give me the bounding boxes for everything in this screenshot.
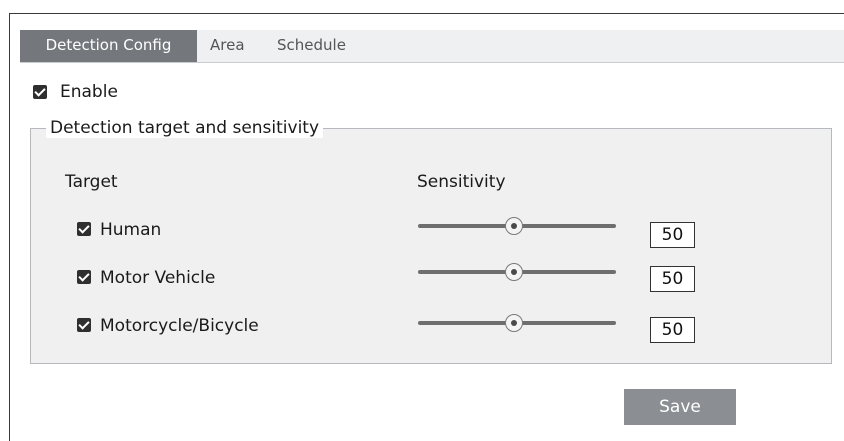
motor-vehicle-checkbox[interactable]	[77, 270, 91, 284]
human-sensitivity-input[interactable]: 50	[650, 222, 695, 248]
save-button[interactable]: Save	[624, 389, 736, 425]
motor-vehicle-label: Motor Vehicle	[100, 268, 216, 288]
enable-label: Enable	[60, 82, 118, 102]
tab-detection-config[interactable]: Detection Config	[20, 30, 197, 62]
enable-checkbox[interactable]	[33, 85, 47, 99]
human-checkbox[interactable]	[77, 222, 91, 236]
human-slider-thumb[interactable]	[505, 217, 523, 235]
tab-bar: Detection Config Area Schedule	[20, 30, 844, 63]
tab-schedule[interactable]: Schedule	[277, 30, 346, 62]
motorcycle-bicycle-sensitivity-input[interactable]: 50	[650, 317, 695, 343]
motorcycle-bicycle-slider-thumb[interactable]	[505, 314, 523, 332]
motor-vehicle-slider-thumb[interactable]	[505, 263, 523, 281]
target-header: Target	[65, 172, 118, 192]
group-legend: Detection target and sensitivity	[46, 118, 324, 138]
sensitivity-header: Sensitivity	[417, 172, 506, 192]
motorcycle-bicycle-label: Motorcycle/Bicycle	[100, 316, 259, 336]
motor-vehicle-sensitivity-input[interactable]: 50	[650, 266, 695, 292]
human-label: Human	[100, 220, 162, 240]
tab-area[interactable]: Area	[210, 30, 245, 62]
motorcycle-bicycle-checkbox[interactable]	[77, 318, 91, 332]
